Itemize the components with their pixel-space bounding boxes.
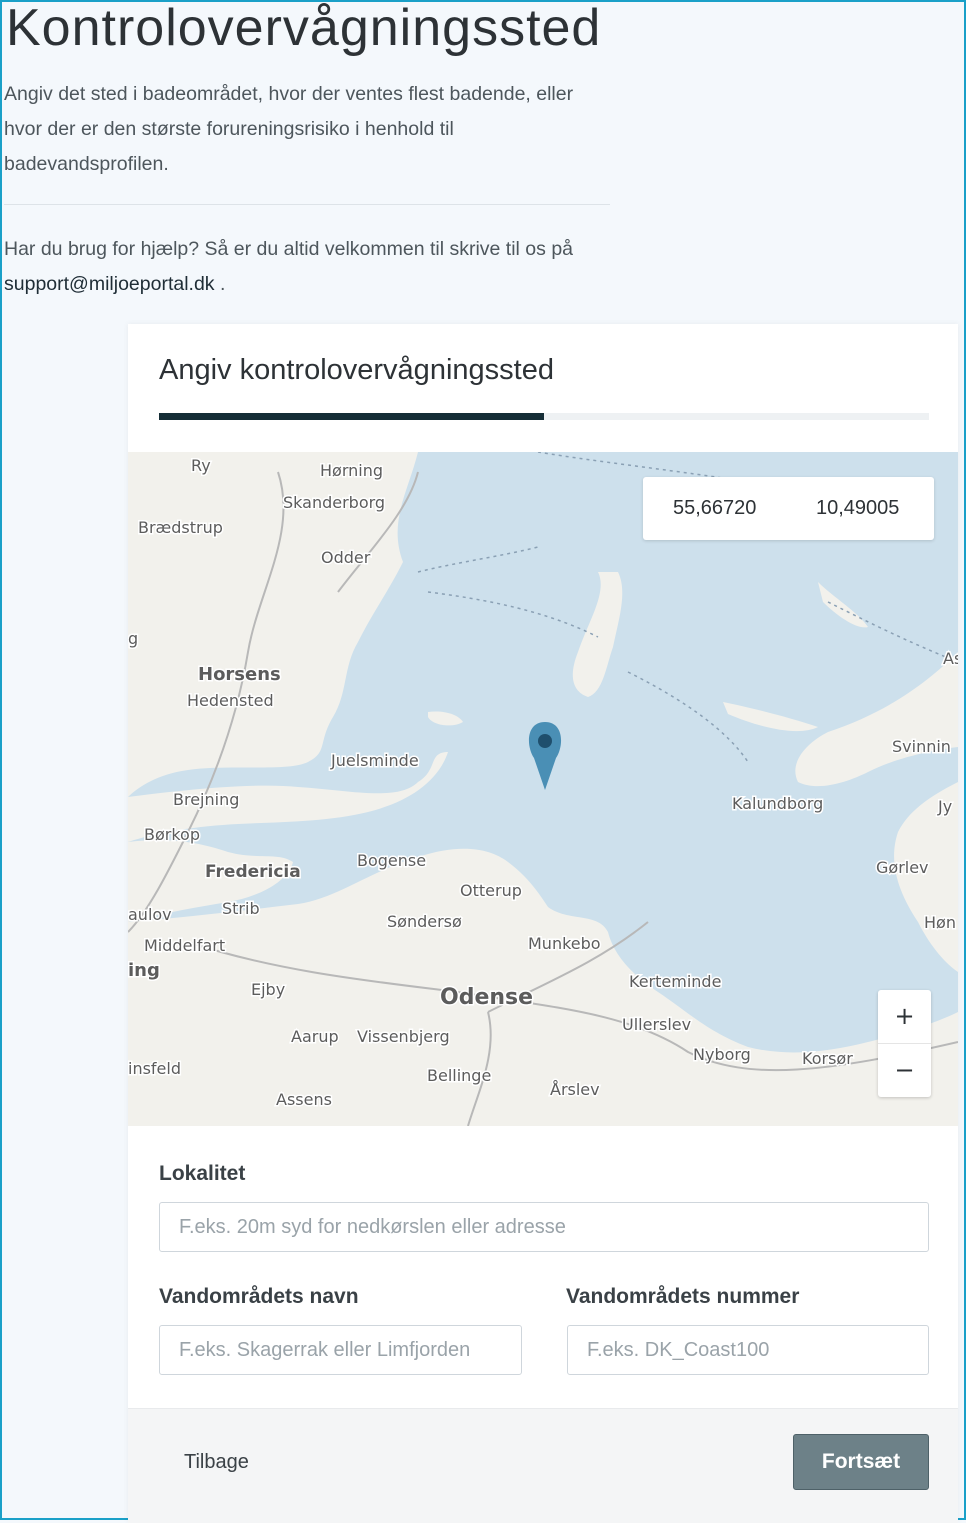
map-label-hon: Høn [924, 913, 956, 932]
map-label-kalundborg: Kalundborg [732, 794, 823, 813]
page-title: Kontrolovervågningssted [6, 0, 602, 57]
land-zealand [795, 652, 958, 787]
map-label-ullerslev: Ullerslev [622, 1015, 691, 1034]
land-sejero [723, 702, 818, 732]
water-number-input[interactable] [567, 1325, 929, 1375]
map-label-kerteminde: Kerteminde [629, 972, 721, 991]
map-label-borkop: Børkop [144, 825, 200, 844]
map-label-ry: Ry [191, 456, 211, 475]
water-number-label: Vandområdets nummer [566, 1285, 800, 1308]
card-footer: Tilbage Fortsæt [128, 1408, 958, 1523]
map-label-sonderso: Søndersø [387, 912, 462, 931]
help-text: Har du brug for hjælp? Så er du altid ve… [4, 232, 610, 302]
land-small-island [818, 582, 868, 628]
water-name-input[interactable] [159, 1325, 522, 1375]
map-label-jy: Jy [937, 797, 952, 816]
support-email-link[interactable]: support@miljoeportal.dk [4, 273, 215, 295]
longitude-value: 10,49005 [816, 497, 900, 519]
progress-fill [159, 413, 544, 420]
locality-input[interactable] [159, 1202, 929, 1252]
intro-text: Angiv det sted i badeområdet, hvor der v… [4, 83, 574, 175]
map-label-juelsminde: Juelsminde [330, 751, 419, 770]
map-label-arslev: Årslev [550, 1080, 600, 1099]
map-label-middelfart: Middelfart [144, 936, 225, 955]
map-label-otterup: Otterup [460, 881, 522, 900]
map-label-g: g [128, 629, 138, 648]
zoom-out-button[interactable]: − [878, 1044, 931, 1097]
continue-button[interactable]: Fortsæt [793, 1434, 929, 1490]
map-label-bellinge: Bellinge [427, 1066, 491, 1085]
map-label-svinning: Svinnin [892, 737, 951, 756]
map-label-gorlev: Gørlev [876, 858, 929, 877]
map-label-ejby: Ejby [251, 980, 285, 999]
map-label-braedstrup: Brædstrup [138, 518, 223, 537]
map-label-hedensted: Hedensted [187, 691, 274, 710]
help-prefix: Har du brug for hjælp? Så er du altid ve… [4, 238, 574, 260]
zoom-control: + − [878, 990, 931, 1097]
map-label-bogense: Bogense [357, 851, 426, 870]
map-label-as: As [943, 649, 958, 668]
locality-label: Lokalitet [159, 1162, 246, 1185]
map-label-aulov: aulov [128, 905, 172, 924]
back-button[interactable]: Tilbage [184, 1451, 249, 1474]
map-label-horning: Hørning [320, 461, 383, 480]
progress-bar [159, 413, 929, 420]
map-label-munkebo: Munkebo [528, 934, 601, 953]
map-label-odense: Odense [440, 985, 533, 1010]
map-label-odder: Odder [321, 548, 371, 567]
map-pin-icon[interactable] [528, 722, 562, 790]
map-label-insfeld: insfeld [128, 1059, 181, 1078]
map-label-skanderborg: Skanderborg [283, 493, 385, 512]
map-label-assens: Assens [276, 1090, 332, 1109]
map-label-vissenbjerg: Vissenbjerg [357, 1027, 450, 1046]
location-card: Angiv kontrolovervågningssted Ry Hørning… [128, 324, 958, 1523]
land-samso [572, 572, 623, 697]
map-label-nyborg: Nyborg [693, 1045, 751, 1064]
card-title: Angiv kontrolovervågningssted [159, 354, 554, 386]
map-canvas[interactable]: Ry Hørning Skanderborg Brædstrup Odder g… [128, 452, 958, 1126]
map-label-korsor: Korsør [802, 1049, 853, 1068]
map-label-strib: Strib [222, 899, 260, 918]
map[interactable]: Ry Hørning Skanderborg Brædstrup Odder g… [128, 452, 958, 1126]
map-label-horsens: Horsens [198, 664, 281, 685]
divider [4, 204, 610, 205]
map-label-aarup: Aarup [291, 1027, 339, 1046]
map-label-fredericia: Fredericia [205, 862, 301, 882]
land-islet [428, 711, 463, 726]
help-suffix: . [214, 273, 226, 295]
coordinate-display: 55,66720 10,49005 [643, 477, 934, 540]
zoom-in-button[interactable]: + [878, 990, 931, 1044]
water-name-label: Vandområdets navn [159, 1285, 359, 1308]
map-label-brejning: Brejning [173, 790, 239, 809]
latitude-value: 55,66720 [673, 497, 757, 519]
map-label-ing: ing [128, 960, 160, 981]
